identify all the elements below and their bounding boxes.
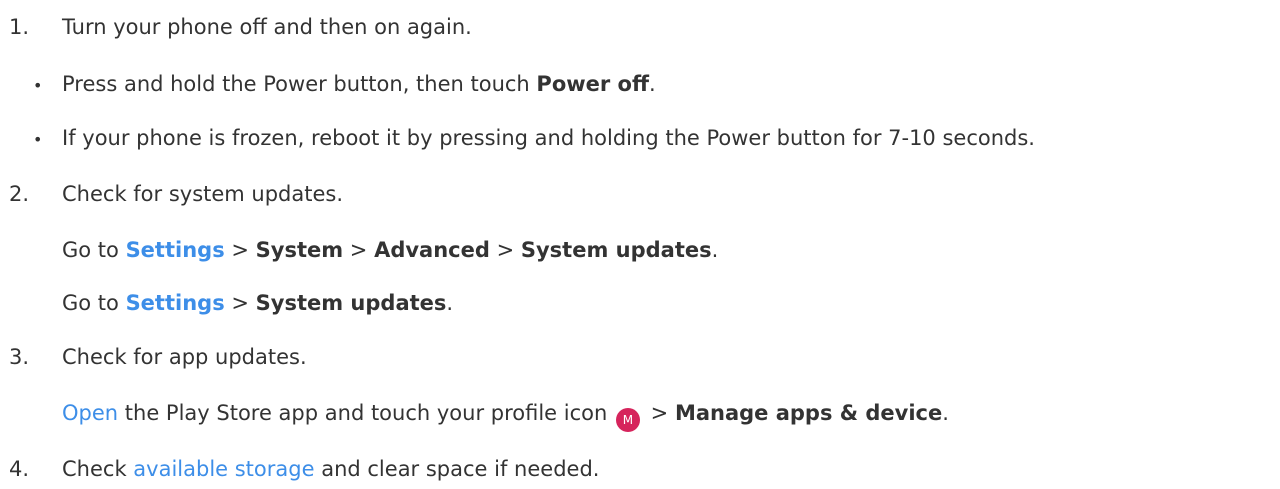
available-storage-link[interactable]: available storage bbox=[133, 457, 314, 481]
step-1-number: 1. bbox=[9, 15, 30, 39]
settings-link[interactable]: Settings bbox=[126, 291, 225, 315]
settings-link[interactable]: Settings bbox=[126, 238, 225, 262]
step-4-number: 4. bbox=[9, 457, 30, 481]
step-2-number: 2. bbox=[9, 182, 30, 206]
step-3-detail: Open the Play Store app and touch your p… bbox=[62, 399, 949, 432]
step-1-bullet-1: Press and hold the Power button, then to… bbox=[62, 72, 656, 96]
step-4-title: Check available storage and clear space … bbox=[62, 457, 600, 481]
step-3-number: 3. bbox=[9, 345, 30, 369]
open-play-store-link[interactable]: Open bbox=[62, 401, 118, 425]
step-3-title: Check for app updates. bbox=[62, 345, 307, 369]
step-2-title: Check for system updates. bbox=[62, 182, 344, 206]
power-off-label: Power off bbox=[536, 72, 649, 96]
profile-avatar-icon: M bbox=[615, 408, 640, 432]
step-2-path-a: Go to Settings > System > Advanced > Sys… bbox=[62, 238, 719, 262]
bullet-icon: • bbox=[33, 130, 43, 149]
bullet-icon: • bbox=[33, 76, 43, 95]
step-1-title: Turn your phone off and then on again. bbox=[62, 15, 472, 39]
step-2-path-b: Go to Settings > System updates. bbox=[62, 291, 454, 315]
step-1-bullet-2: If your phone is frozen, reboot it by pr… bbox=[62, 126, 1035, 150]
